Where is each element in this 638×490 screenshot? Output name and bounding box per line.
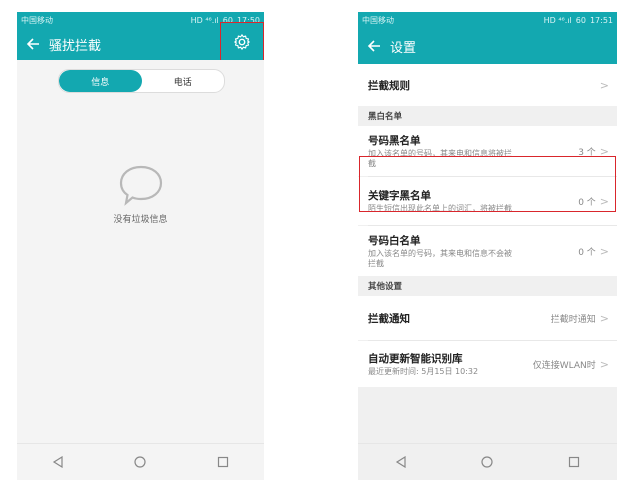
block-rules-label: 拦截规则 [368,79,410,92]
keyword-blacklist-row[interactable]: 关键字黑名单 陌生短信出现此名单上的词汇，将被拦截 0 个 > [358,177,617,225]
number-whitelist-row[interactable]: 号码白名单 加入该名单的号码，其来电和信息不会被拦截 0 个 > [358,226,617,276]
keyword-blacklist-title: 关键字黑名单 [368,190,431,202]
number-whitelist-desc: 加入该名单的号码，其来电和信息不会被拦截 [368,249,512,268]
tab-messages[interactable]: 信息 [59,70,142,92]
page-title: 设置 [390,40,417,56]
block-rules-row[interactable]: 拦截规则 > [358,64,617,106]
section-header-other: 其他设置 [368,282,403,292]
back-button[interactable] [17,28,49,60]
nav-home-button[interactable] [477,452,497,472]
nav-back-button[interactable] [48,452,68,472]
auto-update-title: 自动更新智能识别库 [368,353,463,365]
back-arrow-icon [26,38,39,50]
keyword-blacklist-count: 0 个 [578,197,596,208]
block-notification-title: 拦截通知 [368,312,410,325]
settings-title-bar: 设置 [358,28,617,64]
circle-home-icon [134,456,147,468]
carrier-label: 中国移动 [21,15,53,25]
page-title: 骚扰拦截 [49,38,102,54]
triangle-back-icon [53,456,63,468]
status-icons: HD ⁴⁶.ıl 60 17:51 [544,16,613,25]
screenshot-stage: 中国移动 HD ⁴⁶.ıl 60 17:50 骚扰拦截 信息 电话 没有垃圾信息… [0,0,638,490]
back-button[interactable] [358,30,390,62]
back-arrow-icon [367,40,380,52]
number-whitelist-title: 号码白名单 [368,235,421,247]
empty-state: 没有垃圾信息 [17,164,264,225]
settings-list: 拦截规则 > 黑白名单 号码黑名单 加入该名单的号码，其来电和信息将被拦截 3 … [358,64,617,448]
nav-recents-button[interactable] [213,452,233,472]
auto-update-time: 最近更新时间: 5月15日 10:32 [368,367,479,376]
empty-message: 没有垃圾信息 [113,215,168,225]
chevron-right-icon: > [599,311,609,325]
tab-switcher: 信息 电话 [58,69,225,93]
system-nav-bar [17,443,264,480]
number-blacklist-desc: 加入该名单的号码，其来电和信息将被拦截 [368,149,512,168]
chevron-right-icon: > [599,244,609,258]
gear-icon [234,34,250,50]
nav-home-button[interactable] [130,452,150,472]
number-blacklist-title: 号码黑名单 [368,135,421,147]
clock-time: 17:51 [589,15,613,25]
number-blacklist-row[interactable]: 号码黑名单 加入该名单的号码，其来电和信息将被拦截 3 个 > [358,126,617,176]
square-recents-icon [568,456,579,468]
auto-update-value: 仅连接WLAN时 [532,360,596,371]
carrier-label: 中国移动 [362,15,394,25]
app-title-bar: 骚扰拦截 [17,22,264,62]
block-notification-row[interactable]: 拦截通知 拦截时通知 > [358,296,617,340]
signal-icon: HD ⁴⁶.ıl [190,15,219,25]
right-phone-screen: 中国移动 HD ⁴⁶.ıl 60 17:51 设置 拦截规则 > 黑白名单 号码… [358,12,617,480]
settings-button[interactable] [220,22,264,62]
messages-panel: 信息 电话 没有垃圾信息 [17,60,264,444]
block-notification-value: 拦截时通知 [550,314,596,325]
tab-calls[interactable]: 电话 [142,70,225,92]
chevron-right-icon: > [599,357,609,371]
signal-icon: HD ⁴⁶.ıl [543,15,572,25]
chevron-right-icon: > [599,144,609,158]
auto-update-row[interactable]: 自动更新智能识别库 最近更新时间: 5月15日 10:32 仅连接WLAN时 > [358,341,617,387]
left-phone-screen: 中国移动 HD ⁴⁶.ıl 60 17:50 骚扰拦截 信息 电话 没有垃圾信息 [17,12,264,480]
number-whitelist-count: 0 个 [578,247,596,258]
battery-icon: 60 [575,15,586,25]
chevron-right-icon: > [599,78,609,92]
section-header-blackwhite: 黑白名单 [368,112,403,122]
nav-back-button[interactable] [391,452,411,472]
nav-recents-button[interactable] [564,452,584,472]
chat-bubble-icon [119,165,162,206]
system-nav-bar [358,443,617,480]
circle-home-icon [481,456,494,468]
square-recents-icon [217,456,228,468]
chevron-right-icon: > [599,194,609,208]
triangle-back-icon [396,456,406,468]
status-bar: 中国移动 HD ⁴⁶.ıl 60 17:51 [358,12,617,28]
number-blacklist-count: 3 个 [578,147,596,158]
keyword-blacklist-desc: 陌生短信出现此名单上的词汇，将被拦截 [368,204,512,213]
